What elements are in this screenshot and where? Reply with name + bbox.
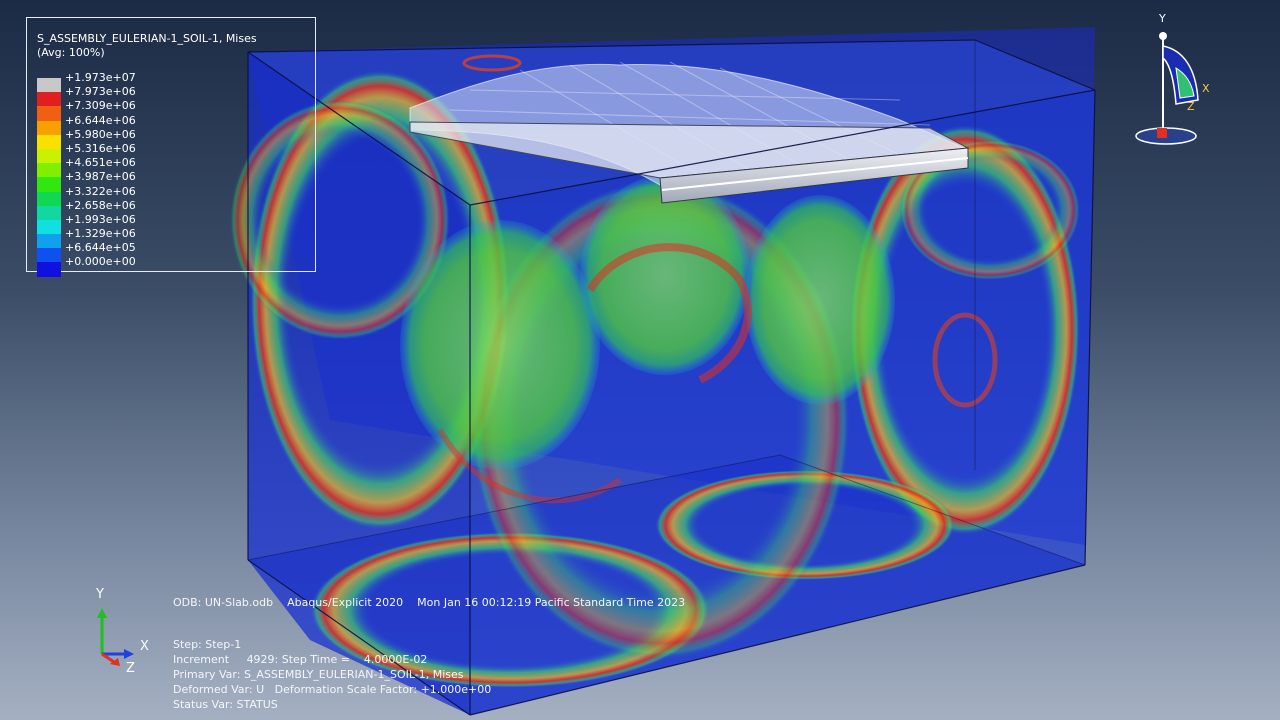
triad-top-y-label: Y	[1158, 12, 1166, 25]
legend-swatch	[37, 205, 61, 220]
contour-legend[interactable]: S_ASSEMBLY_EULERIAN-1_SOIL-1, Mises (Avg…	[26, 17, 316, 277]
legend-swatch	[37, 177, 61, 192]
odb-info-line: ODB: UN-Slab.odb Abaqus/Explicit 2020 Mo…	[173, 596, 686, 609]
legend-value-label: +5.316e+06	[65, 141, 136, 155]
legend-swatch	[37, 148, 61, 164]
triad-top-z-label: Z	[1187, 100, 1195, 113]
stress-bulb-right	[745, 195, 895, 405]
legend-value-label: +7.973e+06	[65, 85, 136, 99]
triad-x-label: X	[140, 639, 149, 654]
primary-var-label: Primary Var: S_ASSEMBLY_EULERIAN-1_SOIL-…	[173, 668, 464, 681]
legend-value-label: +6.644e+05	[65, 241, 136, 255]
triad-y-label: Y	[95, 587, 104, 602]
step-info-block: Step: Step-1 Increment 4929: Step Time = …	[173, 637, 491, 712]
legend-value-label: +0.000e+00	[65, 255, 136, 269]
legend-subtitle: (Avg: 100%)	[37, 46, 105, 59]
legend-swatch	[37, 134, 61, 149]
legend-swatch	[37, 191, 61, 206]
legend-value-label: +1.329e+06	[65, 227, 136, 241]
legend-value-label: +5.980e+06	[65, 127, 136, 141]
legend-value-label: +3.987e+06	[65, 170, 136, 184]
legend-value-label: +2.658e+06	[65, 198, 136, 212]
legend-swatch	[37, 92, 61, 107]
triad-top-x-label: X	[1202, 82, 1210, 95]
legend-labels: +1.973e+07 +7.973e+06 +7.309e+06 +6.644e+06…	[65, 71, 136, 270]
triad-z-label: Z	[126, 661, 135, 676]
axis-triad-top: Y X Z	[1135, 12, 1210, 145]
legend-title: S_ASSEMBLY_EULERIAN-1_SOIL-1, Mises	[37, 32, 257, 45]
deformed-var-label: Deformed Var: U Deformation Scale Factor…	[173, 683, 492, 696]
increment-label: Increment 4929: Step Time = 4.0000E-02	[173, 653, 428, 666]
model-viewport[interactable]: S_ASSEMBLY_EULERIAN-1_SOIL-1, Mises (Avg…	[0, 0, 1280, 720]
legend-swatch	[37, 106, 61, 121]
axis-triad-bottom: Y X Z	[95, 587, 149, 676]
legend-value-label: +6.644e+06	[65, 113, 136, 127]
legend-value-label: +3.322e+06	[65, 184, 136, 198]
legend-swatch	[37, 78, 61, 93]
legend-swatch	[37, 163, 61, 178]
legend-swatch	[37, 219, 61, 235]
legend-swatch	[37, 234, 61, 249]
legend-value-label: +7.309e+06	[65, 99, 136, 113]
legend-color-bar	[37, 78, 61, 277]
legend-value-label: +1.993e+06	[65, 212, 136, 226]
legend-swatch	[37, 248, 61, 263]
legend-swatch	[37, 120, 61, 135]
legend-value-label: +1.973e+07	[65, 71, 136, 84]
legend-value-label: +4.651e+06	[65, 156, 136, 170]
stress-bulb-left	[400, 220, 600, 470]
status-var-label: Status Var: STATUS	[173, 698, 278, 711]
legend-swatch	[37, 262, 61, 277]
step-label: Step: Step-1	[173, 638, 242, 651]
